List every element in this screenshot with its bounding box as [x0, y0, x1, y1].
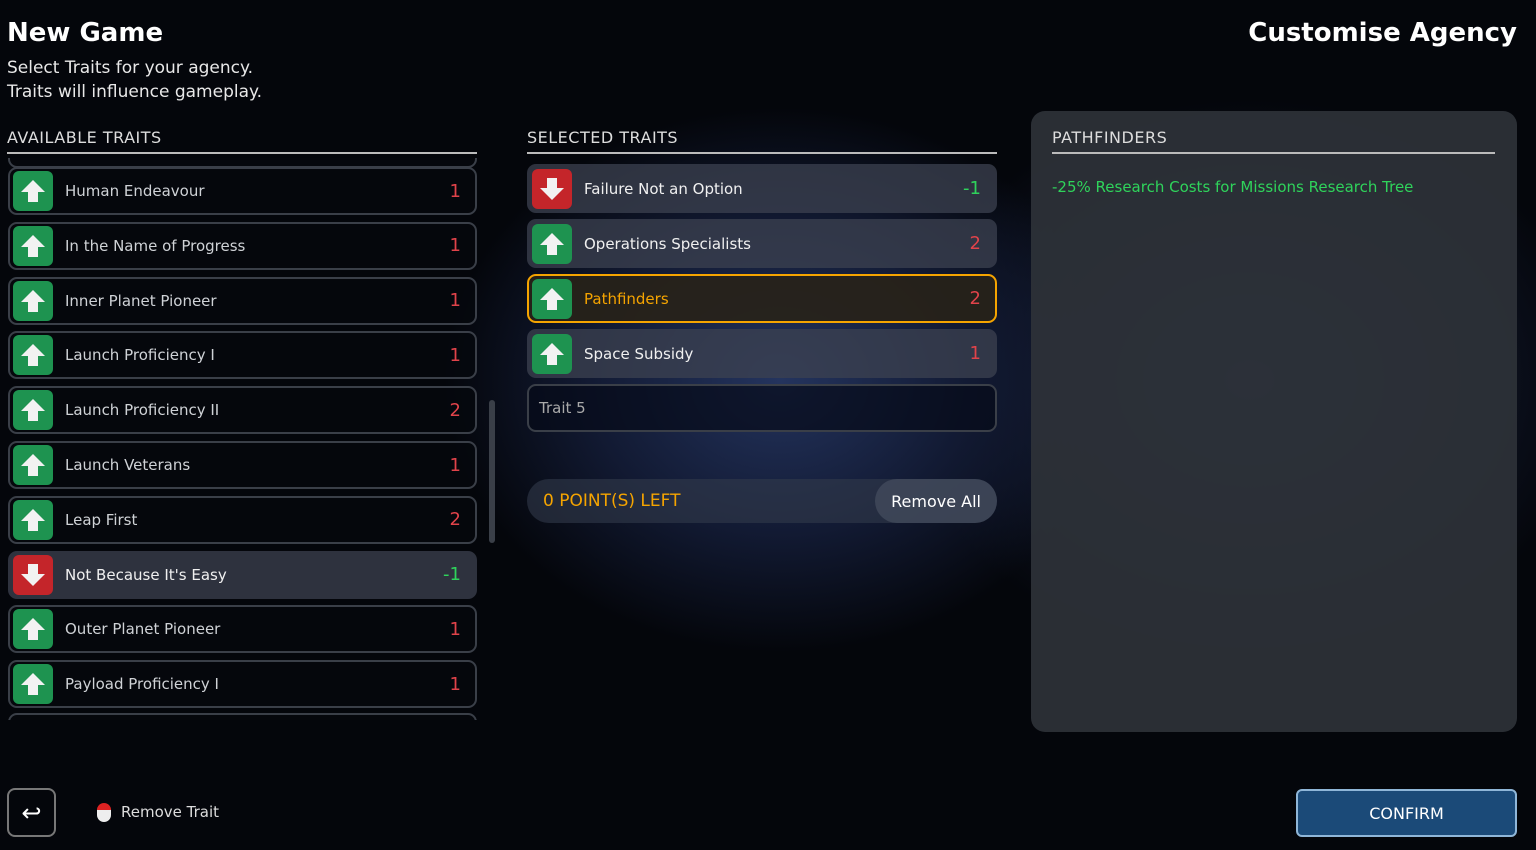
trait-label: Launch Proficiency II: [65, 401, 220, 420]
trait-item[interactable]: Launch Proficiency II 2: [8, 386, 477, 435]
available-traits-list: Human Endeavour 1 In the Name of Progress 1…: [0, 158, 480, 720]
arrow-up-icon: [13, 280, 53, 321]
trait-label: In the Name of Progress: [65, 236, 246, 255]
arrow-up-icon: [13, 609, 53, 650]
trait-label: Payload Proficiency I: [65, 675, 219, 694]
trait-label: Human Endeavour: [65, 182, 205, 200]
trait-item[interactable]: Failure Not an Option -1: [527, 164, 997, 213]
trait-cost: 1: [969, 343, 981, 364]
slot-label: Trait 5: [539, 399, 586, 417]
trait-item[interactable]: Launch Veterans 1: [8, 441, 477, 489]
trait-cost: 1: [449, 673, 461, 695]
back-button[interactable]: ↩: [7, 788, 56, 837]
trait-cost: -1: [443, 564, 461, 586]
detail-description: -25% Research Costs for Missions Researc…: [1052, 178, 1414, 196]
trait-cost: 2: [969, 288, 981, 309]
mouse-icon: [97, 803, 111, 822]
available-traits-heading: AVAILABLE TRAITS: [7, 128, 477, 154]
trait-label: Leap First: [65, 510, 138, 529]
trait-cost: 2: [449, 399, 461, 421]
trait-label: Launch Proficiency I: [65, 346, 215, 365]
detail-title: PATHFINDERS: [1052, 128, 1495, 154]
trait-cost: 1: [449, 290, 461, 312]
page-subtitle: Select Traits for your agency. Traits wil…: [7, 56, 262, 104]
trait-item[interactable]: Inner Planet Pioneer 1: [8, 276, 477, 325]
scrollbar[interactable]: [489, 400, 495, 543]
subtitle-line: Select Traits for your agency.: [7, 58, 254, 78]
trait-item[interactable]: Payload Proficiency I 1: [8, 660, 477, 709]
confirm-button[interactable]: CONFIRM: [1296, 789, 1517, 837]
arrow-up-icon: [532, 333, 572, 374]
arrow-up-icon: [532, 223, 572, 264]
arrow-up-icon: [532, 278, 572, 319]
empty-trait-slot[interactable]: Trait 5: [527, 384, 997, 432]
trait-item[interactable]: Not Because It's Easy -1: [8, 550, 477, 599]
trait-label: Space Subsidy: [584, 344, 694, 363]
trait-item[interactable]: In the Name of Progress 1: [8, 221, 477, 270]
remove-all-button[interactable]: Remove All: [875, 479, 997, 523]
trait-item[interactable]: Pathfinders 2: [527, 274, 997, 323]
arrow-up-icon: [13, 445, 53, 485]
trait-label: Pathfinders: [584, 289, 669, 308]
arrow-down-icon: [13, 554, 53, 595]
arrow-up-icon: [13, 171, 53, 211]
arrow-up-icon: [13, 664, 53, 705]
trait-item[interactable]: Leap First 2: [8, 495, 477, 544]
trait-detail-panel: PATHFINDERS -25% Research Costs for Miss…: [1031, 111, 1517, 732]
back-arrow-icon: ↩: [21, 798, 42, 827]
trait-cost: -1: [963, 178, 981, 199]
trait-cost: 2: [969, 233, 981, 254]
trait-item[interactable]: Space Subsidy 1: [527, 329, 997, 378]
trait-cost: 1: [449, 454, 461, 476]
trait-item[interactable]: Human Endeavour 1: [8, 167, 477, 215]
trait-cost: 1: [449, 618, 461, 640]
trait-item[interactable]: Operations Specialists 2: [527, 219, 997, 268]
arrow-up-icon: [13, 225, 53, 266]
trait-label: Operations Specialists: [584, 234, 751, 253]
trait-label: Inner Planet Pioneer: [65, 291, 217, 310]
remove-trait-hint: Remove Trait: [121, 803, 220, 821]
trait-item[interactable]: Outer Planet Pioneer 1: [8, 605, 477, 654]
page-title: New Game: [7, 18, 164, 48]
trait-label: Failure Not an Option: [584, 179, 743, 198]
section-title: Customise Agency: [1248, 18, 1517, 48]
trait-cost: 1: [449, 344, 461, 366]
arrow-up-icon: [13, 499, 53, 540]
arrow-down-icon: [532, 168, 572, 209]
arrow-up-icon: [13, 335, 53, 376]
trait-label: Launch Veterans: [65, 456, 191, 474]
list-item-partial[interactable]: [8, 713, 477, 720]
trait-cost: 1: [449, 180, 461, 202]
trait-label: Not Because It's Easy: [65, 565, 227, 584]
selected-traits-heading: SELECTED TRAITS: [527, 128, 997, 154]
trait-cost: 1: [449, 235, 461, 257]
trait-item[interactable]: Launch Proficiency I 1: [8, 331, 477, 380]
points-bar: 0 POINT(S) LEFT Remove All: [527, 479, 997, 523]
points-left: 0 POINT(S) LEFT: [543, 491, 681, 511]
arrow-up-icon: [13, 390, 53, 431]
trait-label: Outer Planet Pioneer: [65, 620, 221, 639]
subtitle-line: Traits will influence gameplay.: [7, 82, 263, 102]
trait-cost: 2: [449, 509, 461, 531]
